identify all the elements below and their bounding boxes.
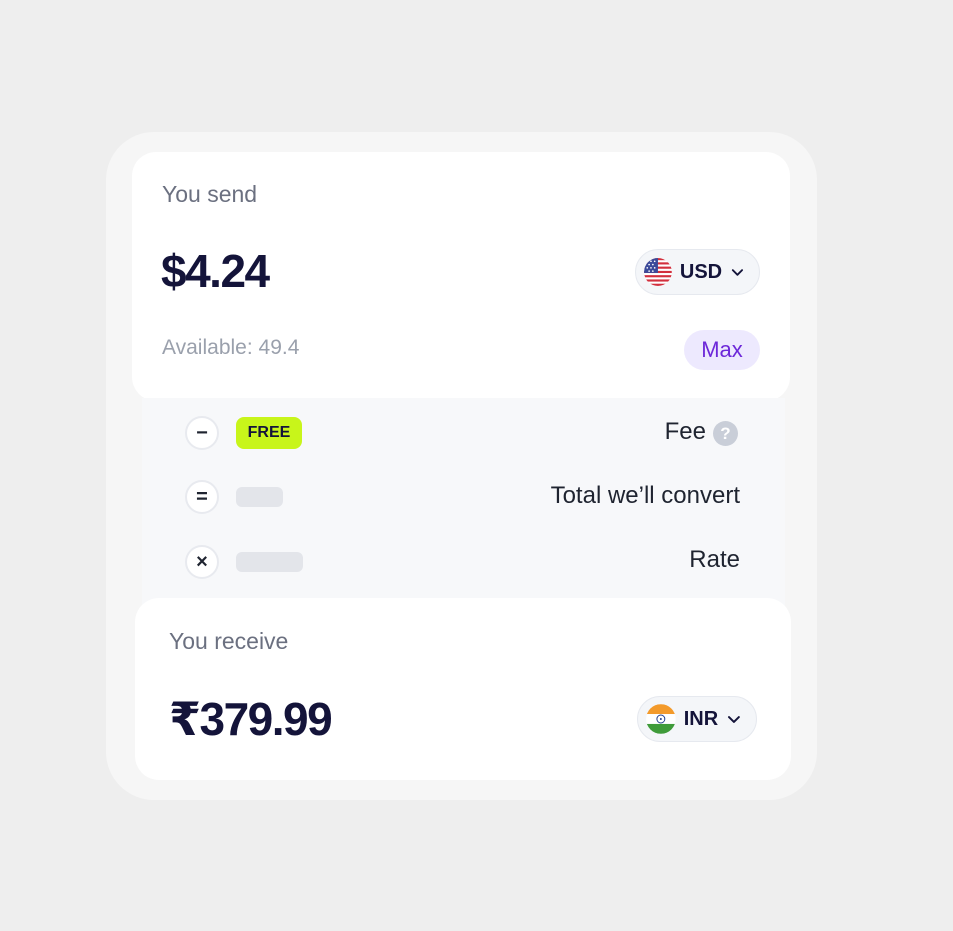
send-currency-code: USD	[679, 260, 723, 283]
minus-icon: −	[185, 416, 219, 450]
available-balance: Available: 49.4	[162, 336, 300, 359]
free-badge: FREE	[236, 417, 302, 449]
send-amount-input[interactable]: $4.24	[161, 244, 270, 298]
multiply-icon: ×	[185, 545, 219, 579]
india-flag-icon	[646, 704, 676, 734]
rate-loading-placeholder	[236, 552, 303, 572]
receive-currency-code: INR	[683, 707, 719, 730]
receive-card	[135, 598, 791, 780]
receive-label: You receive	[169, 628, 289, 654]
us-flag-icon	[644, 258, 672, 286]
send-currency-selector[interactable]: USD	[635, 249, 760, 295]
max-button[interactable]: Max	[684, 330, 760, 370]
chevron-down-icon	[728, 716, 741, 723]
send-label: You send	[162, 181, 258, 207]
fee-label: Fee	[664, 418, 706, 445]
rate-label: Rate	[689, 546, 740, 573]
total-convert-label: Total we’ll convert	[550, 482, 740, 509]
help-icon[interactable]: ?	[713, 421, 738, 446]
equals-icon: =	[185, 480, 219, 514]
receive-currency-selector[interactable]: INR	[637, 696, 757, 742]
chevron-down-icon	[731, 269, 744, 276]
total-loading-placeholder	[236, 487, 283, 507]
receive-amount: ₹379.99	[169, 693, 333, 745]
